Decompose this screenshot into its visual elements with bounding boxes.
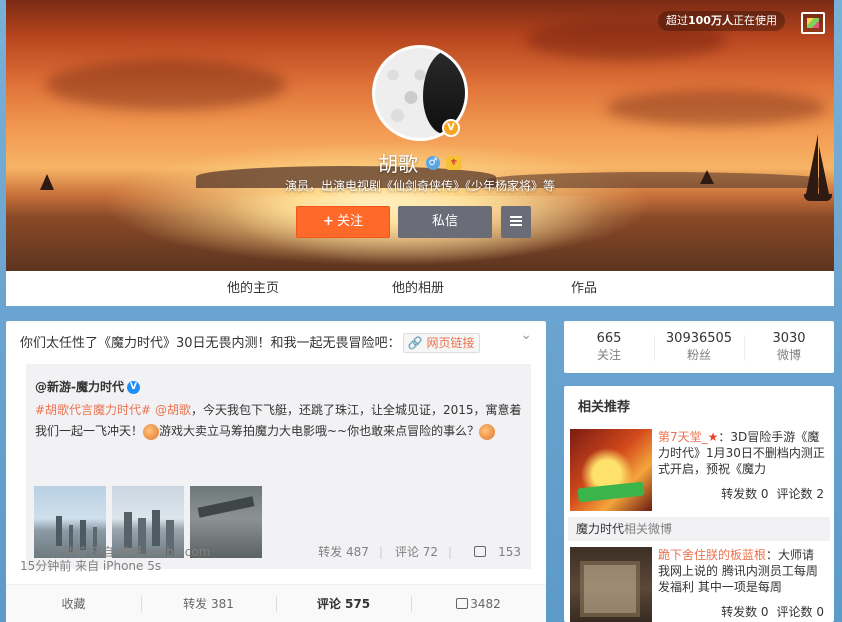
follow-button[interactable]: + 关注 [296, 206, 390, 238]
repost-text: #胡歌代言魔力时代# @胡歌，今天我包下飞艇，还跳了珠江，让全城见证，2015，… [35, 403, 522, 440]
cover-cloud [46, 60, 286, 110]
post-text: 你们太任性了《魔力时代》30日无畏内测！和我一起无畏冒险吧： 🔗 网页链接 [20, 333, 520, 353]
topic-tag[interactable]: #胡歌代言魔力时代# [35, 403, 151, 417]
palette-icon[interactable] [801, 12, 825, 34]
profile-intro: 演员，出演电视剧《仙剑奇侠传》《少年杨家将》等 [284, 179, 555, 193]
tab-album[interactable]: 他的相册 [392, 271, 444, 306]
mention-link[interactable]: @胡歌 [155, 403, 191, 417]
cover-cloud [606, 90, 826, 126]
recommend-image[interactable] [570, 429, 652, 511]
plus-icon: + [323, 214, 334, 229]
recommend-counts: 转发数 0 评论数 0 [721, 605, 824, 619]
web-link[interactable]: 🔗 网页链接 [402, 333, 480, 353]
tab-works[interactable]: 作品 [571, 271, 597, 306]
thumb-up-icon [474, 546, 487, 557]
message-button[interactable]: 私信 [398, 206, 492, 238]
recommend-author[interactable]: 第7天堂_ [658, 430, 708, 444]
more-menu-button[interactable] [501, 206, 531, 238]
thumb-up-icon [456, 598, 469, 609]
recommend-title: 相关推荐 [578, 400, 631, 415]
follow-label: 关注 [336, 214, 363, 229]
profile-name-row: 胡歌 ♂ ⚜ [6, 148, 834, 177]
repost-author[interactable]: @新游-魔力时代 V [35, 378, 140, 395]
post-time-source[interactable]: 15分钟前 来自 iPhone 5s [20, 557, 161, 574]
repost-repost-count[interactable]: 转发 487 [318, 545, 369, 559]
recommend-author[interactable]: 跪下舍住朕的板蓝根 [658, 548, 766, 562]
verified-blue-icon: V [126, 381, 140, 394]
favorite-button[interactable]: 收藏 [6, 585, 141, 622]
fist-emoji-icon [479, 423, 496, 440]
chevron-down-icon[interactable]: ⌄ [520, 327, 532, 343]
repost-comment-count[interactable]: 评论 72 [395, 545, 438, 559]
users-count-badge[interactable]: 超过100万人正在使用 [658, 11, 785, 31]
male-icon: ♂ [426, 155, 440, 170]
menu-icon [510, 215, 522, 226]
tab-home[interactable]: 他的主页 [227, 271, 279, 306]
weibo-post-card: 你们太任性了《魔力时代》30日无畏内测！和我一起无畏冒险吧： 🔗 网页链接 ⌄ @新… [6, 321, 546, 622]
recommend-text: 跪下舍住朕的板蓝根：大师请我网上说的 腾讯内测员工每周发福利 其中一项是每周 [658, 548, 818, 594]
recommend-text: 第7天堂_★：3D冒险手游《魔力时代》1月30日不删档内测正式开启，预祝《魔力 [658, 430, 825, 476]
reposted-content: @新游-魔力时代 V #胡歌代言魔力时代# @胡歌，今天我包下飞艇，还跳了珠江，让… [26, 364, 531, 569]
repost-like-count[interactable]: 153 [464, 545, 521, 559]
verified-v-icon: V [442, 119, 460, 137]
recommend-counts: 转发数 0 评论数 2 [721, 487, 824, 501]
recommend-topic-link[interactable]: 魔力时代相关微博 [568, 517, 830, 541]
related-recommend-panel: 相关推荐 第7天堂_★：3D冒险手游《魔力时代》1月30日不删档内测正式开启，预… [564, 386, 834, 622]
stat-following[interactable]: 665 关注 [564, 331, 654, 363]
stat-fans[interactable]: 30936505 粉丝 [654, 331, 744, 363]
fist-emoji-icon [143, 423, 160, 440]
stat-weibo[interactable]: 3030 微博 [744, 331, 834, 363]
like-button[interactable]: 3482 [411, 585, 546, 622]
profile-tabs: 他的主页 他的相册 作品 [6, 271, 834, 306]
comment-button[interactable]: 评论 575 [276, 585, 411, 622]
vip-level-icon[interactable]: ⚜ [445, 155, 462, 170]
post-action-bar: 收藏 转发 381 评论 575 3482 [6, 584, 546, 622]
profile-stats: 665 关注 30936505 粉丝 3030 微博 [564, 321, 834, 373]
link-icon: 🔗 [407, 336, 423, 350]
profile-name: 胡歌 [378, 152, 419, 176]
repost-button[interactable]: 转发 381 [141, 585, 276, 622]
star-badge-icon: ★ [707, 430, 719, 444]
recommend-image[interactable] [570, 547, 652, 622]
